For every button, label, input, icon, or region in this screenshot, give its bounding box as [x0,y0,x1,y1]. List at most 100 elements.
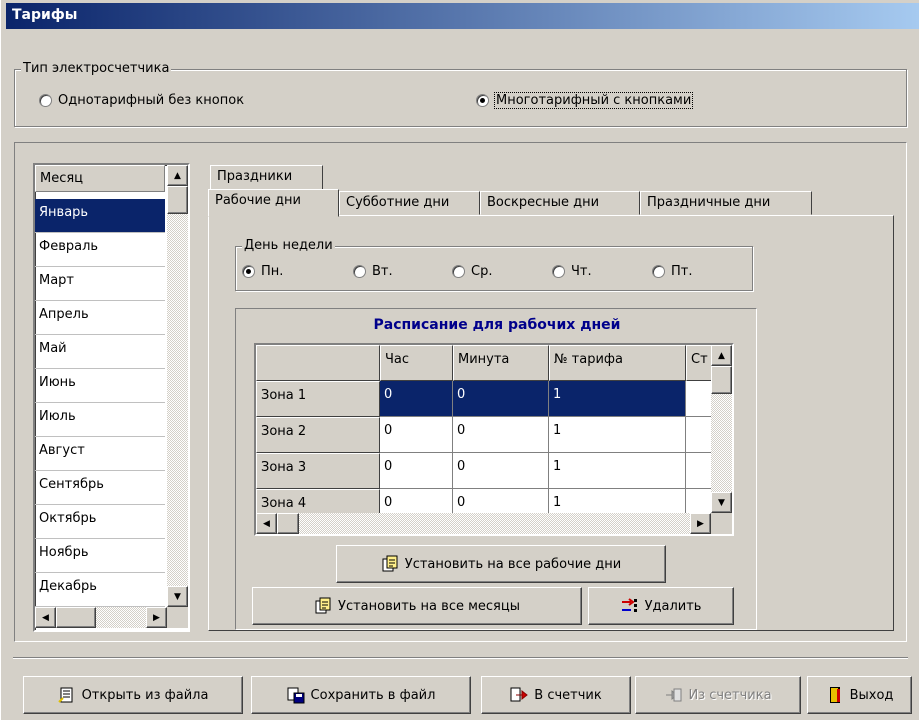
month-item[interactable]: Август [35,437,165,471]
radio-tue[interactable]: Вт. [353,264,393,279]
radio-fri[interactable]: Пт. [652,264,692,279]
tab-workdays[interactable]: Рабочие дни [208,189,339,217]
month-list-hscroll[interactable]: ◀ ▶ [35,607,167,628]
month-list-header: Месяц [35,165,165,192]
scroll-corner [167,607,188,628]
grid-row-zone: Зона 2 [256,417,380,453]
scroll-down-icon[interactable]: ▼ [167,586,188,607]
radio-multi-tariff-label: Многотарифный с кнопками [493,92,694,109]
radio-multi-tariff-dot[interactable] [476,94,489,107]
scroll-left-icon[interactable]: ◀ [35,607,56,628]
month-item[interactable]: Ноябрь [35,539,165,573]
grid-cell-tariff[interactable]: 1 [549,453,686,489]
grid-cell-tariff[interactable]: 1 [549,417,686,453]
grid-hscroll[interactable]: ◀ ▶ [256,513,711,534]
radio-single-tariff[interactable]: Однотарифный без кнопок [39,93,244,108]
grid-cell-minute[interactable]: 0 [453,417,549,453]
radio-single-tariff-label: Однотарифный без кнопок [58,93,245,108]
month-list-vscroll[interactable]: ▲ ▼ [167,165,188,607]
month-item[interactable]: Октябрь [35,505,165,539]
tab-public-holidays[interactable]: Праздничные дни [640,191,812,215]
save-to-file-button[interactable]: Сохранить в файл [251,676,471,714]
grid-header-tariff: № тарифа [549,345,686,381]
month-item[interactable]: Июль [35,403,165,437]
meter-type-group: Тип электросчетчика Однотарифный без кно… [14,61,907,127]
radio-mon-dot[interactable] [242,265,255,278]
grid-cell-hour[interactable]: 0 [380,381,453,417]
grid-row-zone: Зона 3 [256,453,380,489]
scroll-right-icon[interactable]: ▶ [690,513,711,534]
month-item[interactable]: Июнь [35,369,165,403]
scroll-left-icon[interactable]: ◀ [256,513,277,534]
tab-public-holidays-label: Праздничные дни [647,195,771,210]
set-all-months-button[interactable]: Установить на все месяцы [252,587,582,625]
radio-fri-label: Пт. [671,264,693,279]
open-from-file-label: Открыть из файла [81,687,209,703]
grid-vscroll[interactable]: ▲ ▼ [711,345,732,513]
scroll-up-icon[interactable]: ▲ [711,345,732,366]
month-list-hscroll-thumb[interactable] [56,607,96,628]
radio-single-tariff-dot[interactable] [39,94,52,107]
grid-header-minute: Минута [453,345,549,381]
open-from-file-button[interactable]: Открыть из файла [23,676,243,714]
meter-type-legend: Тип электросчетчика [21,61,172,76]
set-all-workdays-button[interactable]: Установить на все рабочие дни [336,545,666,583]
month-item[interactable]: Декабрь [35,573,165,607]
delete-label: Удалить [644,598,702,614]
tab-saturdays[interactable]: Субботние дни [339,191,480,215]
to-meter-button[interactable]: В счетчик [481,676,631,714]
grid-hscroll-thumb[interactable] [277,513,299,534]
grid-vscroll-thumb[interactable] [711,366,732,394]
radio-tue-dot[interactable] [353,265,366,278]
window-title: Тарифы [12,7,78,23]
tab-workdays-label: Рабочие дни [215,193,301,208]
month-list-scroll-thumb[interactable] [167,186,188,214]
scroll-down-icon[interactable]: ▼ [711,492,732,513]
download-from-meter-icon [666,688,682,702]
radio-thu-label: Чт. [571,264,592,279]
scroll-right-icon[interactable]: ▶ [146,607,167,628]
grid-header-hour: Час [380,345,453,381]
tab-page-workdays: День недели Пн. Вт. Ср. Чт. Пт. Расписан… [208,215,894,631]
grid-cell-hour[interactable]: 0 [380,453,453,489]
schedule-title: Расписание для рабочих дней [373,317,621,333]
separator [13,657,908,659]
month-item[interactable]: Апрель [35,301,165,335]
tab-sundays[interactable]: Воскресные дни [480,191,640,215]
from-meter-button[interactable]: Из счетчика [635,676,801,714]
grid-row-zone: Зона 1 [256,381,380,417]
from-meter-label: Из счетчика [688,687,772,703]
radio-thu-dot[interactable] [552,265,565,278]
grid-cell-hour[interactable]: 0 [380,417,453,453]
tab-saturdays-label: Субботние дни [346,195,450,210]
month-list[interactable]: Месяц Январь Февраль Март Апрель Май Июн… [33,163,190,632]
save-file-icon [287,687,305,704]
scroll-up-icon[interactable]: ▲ [167,165,188,186]
radio-wed[interactable]: Ср. [452,264,492,279]
month-item[interactable]: Март [35,267,165,301]
radio-thu[interactable]: Чт. [552,264,592,279]
window-titlebar[interactable]: Тарифы [6,3,919,29]
radio-fri-dot[interactable] [652,265,665,278]
month-item[interactable]: Сентябрь [35,471,165,505]
exit-button[interactable]: Выход [807,676,912,714]
delete-button[interactable]: Удалить [588,587,734,625]
radio-wed-dot[interactable] [452,265,465,278]
grid-cell-tariff[interactable]: 1 [549,381,686,417]
set-all-months-label: Установить на все месяцы [338,598,520,614]
grid-cell-minute[interactable]: 0 [453,453,549,489]
tariffs-window: Тарифы Тип электросчетчика Однотарифный … [0,0,919,720]
schedule-grid[interactable]: Час Минута № тарифа Ст Зона 1 0 0 1 Зона… [254,343,734,536]
set-all-workdays-label: Установить на все рабочие дни [404,556,622,572]
radio-mon[interactable]: Пн. [242,264,283,279]
month-item[interactable]: Май [35,335,165,369]
upload-to-meter-icon [510,687,529,702]
radio-tue-label: Вт. [372,264,393,279]
radio-multi-tariff[interactable]: Многотарифный с кнопками [476,92,694,109]
to-meter-label: В счетчик [534,687,602,703]
grid-cell-minute[interactable]: 0 [453,381,549,417]
month-item[interactable]: Февраль [35,233,165,267]
exit-label: Выход [849,687,894,703]
tab-holidays[interactable]: Праздники [210,165,323,189]
month-item[interactable]: Январь [35,199,165,233]
